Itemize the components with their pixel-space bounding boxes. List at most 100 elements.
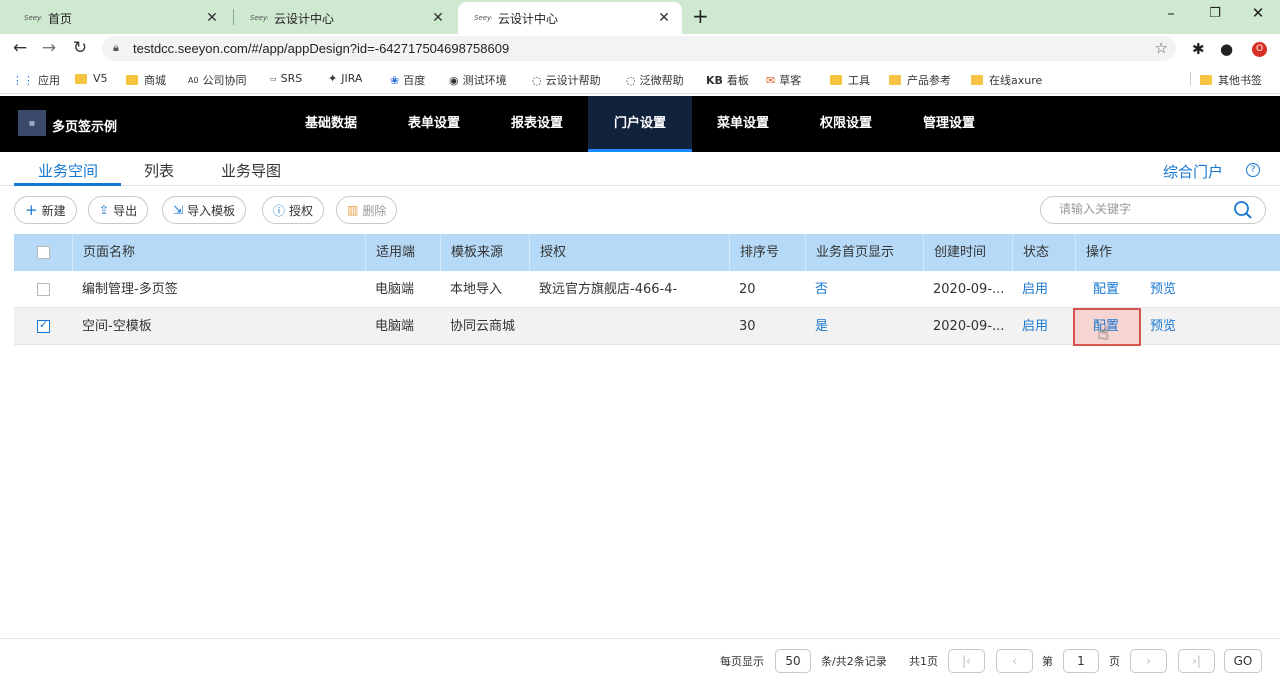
bookmark-weaver-help[interactable]: ◌ 泛微帮助 [626, 72, 684, 88]
bookmark-v5[interactable]: V5 [75, 72, 108, 85]
authorization-cell [529, 308, 729, 345]
column-header[interactable]: 页面名称 [72, 234, 365, 271]
bookmark-product-ref[interactable]: 产品参考 [889, 72, 951, 88]
order-cell: 20 [739, 282, 756, 297]
integrated-portal-link[interactable]: 综合门户 [1163, 161, 1223, 182]
nav-permission-settings[interactable]: 权限设置 [810, 96, 882, 152]
search-box [1040, 196, 1266, 224]
jira-icon: ✦ [328, 72, 338, 85]
browser-tab-home[interactable]: Seeyon 首页 ✕ [8, 2, 230, 34]
forward-arrow-icon[interactable]: → [38, 38, 60, 58]
nav-base-data[interactable]: 基础数据 [295, 96, 367, 152]
nav-form-settings[interactable]: 表单设置 [398, 96, 470, 152]
platform-cell: 电脑端 [375, 282, 415, 297]
tab-list[interactable]: 列表 [144, 160, 174, 181]
search-input[interactable] [1059, 202, 1219, 216]
page-number-input[interactable]: 1 [1063, 649, 1099, 673]
browser-tab-design-center[interactable]: Seeyon 云设计中心 ✕ [234, 2, 456, 34]
bookmark-design-help[interactable]: ◌ 云设计帮助 [532, 72, 601, 88]
next-page-icon[interactable]: › [1130, 649, 1167, 673]
configure-link[interactable]: 配置 [1083, 271, 1133, 308]
url-text[interactable]: testdcc.seeyon.com/#/app/appDesign?id=-6… [133, 41, 509, 56]
bookmark-axure[interactable]: 在线axure [971, 72, 1042, 88]
column-header[interactable]: 排序号 [729, 234, 805, 271]
preview-link[interactable]: 预览 [1140, 308, 1190, 345]
nav-report-settings[interactable]: 报表设置 [501, 96, 573, 152]
column-header[interactable]: 适用端 [365, 234, 440, 271]
select-all-checkbox[interactable] [37, 246, 50, 259]
export-button[interactable]: ⇪ 导出 [88, 196, 149, 224]
last-page-icon[interactable]: ›| [1178, 649, 1215, 673]
nav-portal-settings[interactable]: 门户设置 [588, 96, 692, 152]
bookmark-srs[interactable]: ▭ SRS [270, 72, 302, 85]
reload-icon[interactable]: ↻ [69, 38, 91, 58]
new-tab-icon[interactable]: + [692, 4, 709, 28]
page-label: 第 [1042, 655, 1053, 668]
table-row[interactable]: 空间-空模板 电脑端 协同云商城 30 是 2020-09-... 启用 配置 … [14, 308, 1280, 346]
folder-icon [830, 75, 842, 85]
per-page-input[interactable]: 50 [775, 649, 811, 673]
row-checkbox[interactable] [37, 318, 50, 333]
preview-link[interactable]: 预览 [1140, 271, 1190, 308]
column-header[interactable]: 授权 [529, 234, 729, 271]
nav-admin-settings[interactable]: 管理设置 [913, 96, 985, 152]
omnibox[interactable]: 🔒︎ testdcc.seeyon.com/#/app/appDesign?id… [102, 36, 1176, 61]
authorize-button[interactable]: ⓘ 授权 [262, 196, 325, 224]
tab-business-map[interactable]: 业务导图 [221, 160, 281, 181]
close-icon[interactable]: ✕ [656, 10, 672, 26]
window-close-icon[interactable]: ✕ [1243, 4, 1273, 22]
column-header[interactable]: 业务首页显示 [805, 234, 923, 271]
go-button[interactable]: GO [1224, 649, 1262, 673]
portal-page-table: 页面名称 适用端 模板来源 授权 排序号 业务首页显示 创建时间 状态 操作 编… [14, 234, 1280, 346]
homepage-display-toggle[interactable]: 否 [805, 271, 923, 308]
bookmark-test-env[interactable]: ◉ 测试环境 [449, 72, 507, 88]
bookmark-caoke[interactable]: ✉ 草客 [766, 72, 801, 88]
new-button[interactable]: + 新建 [14, 196, 77, 224]
browser-tab-design-center-active[interactable]: Seeyon 云设计中心 ✕ [458, 2, 682, 34]
app-name: 多页签示例 [52, 120, 118, 135]
bookmark-apps[interactable]: ⋮⋮ 应用 [12, 72, 60, 88]
status-toggle[interactable]: 启用 [1012, 271, 1075, 308]
baidu-paw-icon: ❀ [390, 73, 400, 87]
homepage-display-toggle[interactable]: 是 [805, 308, 923, 345]
folder-icon [1200, 75, 1212, 85]
page-label: 页 [1109, 655, 1120, 668]
bookmark-star-icon[interactable]: ☆ [1155, 39, 1168, 57]
column-header[interactable]: 创建时间 [923, 234, 1012, 271]
bookmark-other[interactable]: 其他书签 [1200, 72, 1262, 88]
lock-icon: 🔒︎ [113, 41, 119, 54]
srs-icon: ▭ [270, 74, 277, 83]
profile-avatar-icon[interactable]: ● [1220, 40, 1233, 58]
search-icon[interactable] [1233, 200, 1253, 220]
kb-icon: KB [706, 73, 723, 87]
nav-menu-settings[interactable]: 菜单设置 [707, 96, 779, 152]
import-template-button[interactable]: ⇲ 导入模板 [162, 196, 247, 224]
bookmark-baidu[interactable]: ❀ 百度 [390, 72, 425, 88]
first-page-icon[interactable]: |‹ [948, 649, 985, 673]
row-checkbox[interactable] [37, 283, 50, 296]
close-icon[interactable]: ✕ [430, 10, 446, 26]
delete-button[interactable]: ▥ 删除 [336, 196, 398, 224]
back-arrow-icon[interactable]: ← [9, 38, 31, 58]
opera-extension-icon[interactable]: O [1252, 42, 1267, 57]
tab-business-space[interactable]: 业务空间 [38, 160, 98, 181]
created-time-cell: 2020-09-... [933, 319, 1005, 334]
prev-page-icon[interactable]: ‹ [996, 649, 1033, 673]
column-header[interactable]: 操作 [1075, 234, 1280, 271]
restore-icon[interactable]: ❐ [1200, 6, 1230, 21]
close-icon[interactable]: ✕ [204, 10, 220, 26]
extensions-puzzle-icon[interactable]: ✱ [1192, 40, 1205, 58]
table-row[interactable]: 编制管理-多页签 电脑端 本地导入 致远官方旗舰店-466-4- 20 否 20… [14, 271, 1280, 308]
column-header[interactable]: 状态 [1012, 234, 1075, 271]
help-icon[interactable]: ? [1246, 163, 1260, 177]
column-header[interactable]: 模板来源 [440, 234, 529, 271]
bookmark-kanban[interactable]: KB 看板 [706, 72, 749, 88]
bookmark-collab[interactable]: A0 公司协同 [188, 72, 247, 88]
status-toggle[interactable]: 启用 [1012, 308, 1075, 345]
plus-icon: + [25, 201, 38, 219]
address-bar-row: ← → ↻ 🔒︎ testdcc.seeyon.com/#/app/appDes… [0, 34, 1280, 64]
bookmark-jira[interactable]: ✦ JIRA [328, 72, 362, 85]
bookmark-mall[interactable]: 商城 [126, 72, 166, 88]
bookmark-tools[interactable]: 工具 [830, 72, 870, 88]
minimize-icon[interactable]: – [1156, 4, 1186, 22]
